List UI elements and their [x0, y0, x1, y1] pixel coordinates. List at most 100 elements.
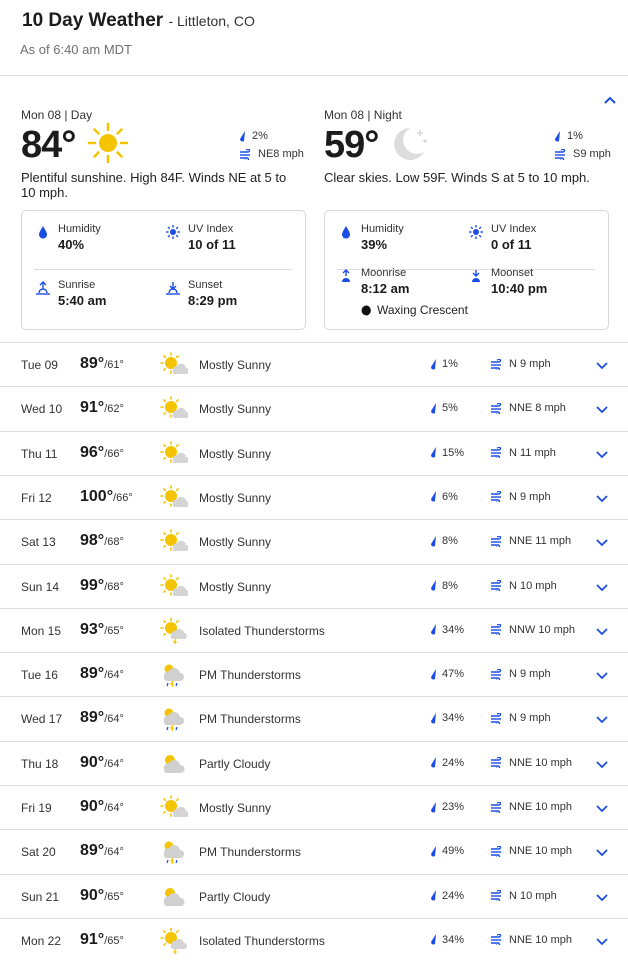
- wind-icon: [491, 712, 502, 724]
- wind-value: NNE 10 mph: [509, 845, 572, 858]
- chevron-down-icon[interactable]: [594, 490, 610, 506]
- raindrop-icon: [431, 757, 436, 768]
- forecast-high: 91°/65°: [80, 931, 124, 949]
- forecast-precip: 23%: [430, 801, 464, 813]
- wind-icon: [555, 148, 566, 160]
- forecast-high: 89°/64°: [80, 709, 124, 727]
- night-wind-value: S9 mph: [573, 148, 611, 160]
- forecast-precip: 5%: [430, 402, 458, 414]
- wind-value: NNW 10 mph: [509, 623, 576, 636]
- low-temp: /64°: [104, 713, 124, 726]
- raindrop-icon: [431, 712, 436, 724]
- high-temp: 90°: [80, 886, 105, 904]
- high-temp: 89°: [80, 355, 105, 372]
- forecast-row[interactable]: Fri 19 90°/64° Mostly Sunny 23% NNE 10 mph: [0, 785, 628, 829]
- forecast-phrase: Isolated Thunderstorms: [199, 623, 325, 638]
- forecast-precip: 8%: [430, 535, 458, 547]
- high-temp: 89°: [80, 842, 105, 860]
- wind-icon: [491, 580, 502, 591]
- moonrise-icon: [342, 269, 350, 282]
- humidity-drop-icon: [342, 226, 350, 239]
- forecast-row[interactable]: Fri 12 100°/66° Mostly Sunny 6% N 9 mph: [0, 474, 628, 519]
- forecast-precip: 34%: [430, 712, 464, 724]
- wind-value: N 10 mph: [509, 579, 557, 592]
- forecast-high: 89°/64°: [80, 842, 124, 860]
- chevron-down-icon[interactable]: [594, 756, 610, 772]
- forecast-day: Fri 19: [21, 801, 52, 815]
- low-temp: /65°: [104, 890, 124, 903]
- forecast-phrase: PM Thunderstorms: [199, 845, 301, 860]
- sunset-label: Sunset: [188, 279, 223, 291]
- chevron-down-icon[interactable]: [594, 579, 610, 595]
- chevron-down-icon[interactable]: [594, 800, 610, 816]
- forecast-phrase: PM Thunderstorms: [199, 668, 301, 683]
- forecast-row[interactable]: Tue 16 89°/64° PM Thunderstorms 47% N 9 mph: [0, 652, 628, 696]
- today-day-panel: Mon 08 | Day 84° 2% NE8 mph Plentiful su…: [21, 100, 311, 335]
- forecast-high: 100°/66°: [80, 488, 133, 506]
- raindrop-icon: [240, 130, 245, 141]
- chevron-down-icon[interactable]: [594, 534, 610, 550]
- forecast-wind: NNE 10 mph: [490, 934, 572, 946]
- forecast-row[interactable]: Mon 15 93°/65° Isolated Thunderstorms 34% NN…: [0, 607, 628, 652]
- mostly-sunny-icon: [160, 795, 188, 817]
- chevron-down-icon[interactable]: [594, 623, 610, 639]
- sunset-value: 8:29 pm: [188, 293, 238, 308]
- forecast-row[interactable]: Thu 18 90°/64° Partly Cloudy 24% NNE 10 mph: [0, 740, 628, 785]
- forecast-row[interactable]: Sun 14 99°/68° Mostly Sunny 8% N 10 mph: [0, 563, 628, 608]
- forecast-phrase: Mostly Sunny: [199, 535, 272, 550]
- raindrop-icon: [431, 358, 436, 369]
- chevron-down-icon[interactable]: [594, 446, 610, 462]
- page-header: 10 Day Weather - Littleton, CO As of 6:4…: [0, 0, 628, 76]
- forecast-row[interactable]: Sun 21 90°/65° Partly Cloudy 24% N 10 mph: [0, 873, 628, 918]
- forecast-day: Sun 14: [21, 579, 60, 594]
- wind-icon: [491, 845, 502, 857]
- uv-sun-icon: [166, 225, 180, 239]
- forecast-day: Thu 18: [21, 756, 59, 771]
- day-wind-value: NE8 mph: [258, 148, 304, 160]
- forecast-row[interactable]: Thu 11 96°/66° Mostly Sunny 15% N 11 mph: [0, 430, 628, 475]
- forecast-high: 98°/68°: [80, 532, 124, 550]
- forecast-day: Sat 13: [21, 535, 56, 550]
- forecast-precip: 8%: [430, 580, 458, 592]
- raindrop-icon: [431, 402, 436, 414]
- forecast-day: Thu 11: [21, 446, 58, 461]
- forecast-row[interactable]: Sat 20 89°/64° PM Thunderstorms 49% NNE 10 m…: [0, 829, 628, 873]
- night-precip-value: 1%: [567, 130, 583, 142]
- forecast-high: 99°/68°: [80, 577, 124, 595]
- wind-value: NNE 10 mph: [509, 756, 572, 769]
- low-temp: /65°: [104, 934, 124, 947]
- day-description: Plentiful sunshine. High 84F. Winds NE a…: [21, 170, 287, 200]
- chevron-down-icon[interactable]: [594, 667, 610, 683]
- partly-cloudy-icon: [163, 754, 185, 773]
- moon-phase-label: Waxing Crescent: [377, 303, 468, 317]
- high-temp: 99°: [80, 576, 105, 594]
- chevron-down-icon[interactable]: [594, 401, 610, 417]
- chevron-down-icon[interactable]: [594, 357, 610, 373]
- forecast-row[interactable]: Wed 10 91°/62° Mostly Sunny 5% NNE 8 mph: [0, 386, 628, 430]
- forecast-row[interactable]: Mon 22 91°/65° Isolated Thunderstorms 34% NN…: [0, 917, 628, 961]
- wind-icon: [491, 624, 502, 636]
- forecast-row[interactable]: Wed 17 89°/64° PM Thunderstorms 34% N 9 mph: [0, 696, 628, 740]
- forecast-wind: NNE 11 mph: [490, 535, 571, 547]
- raindrop-icon: [431, 624, 436, 635]
- mostly-sunny-icon: [160, 485, 188, 507]
- chevron-down-icon[interactable]: [594, 711, 610, 727]
- day-wind: NE8 mph: [239, 148, 304, 160]
- low-temp: /64°: [104, 669, 124, 682]
- forecast-row[interactable]: Sat 13 98°/68° Mostly Sunny 8% NNE 11 mph: [0, 519, 628, 563]
- low-temp: /64°: [104, 846, 124, 859]
- forecast-precip: 34%: [430, 934, 464, 946]
- forecast-phrase: Partly Cloudy: [199, 756, 271, 771]
- wind-icon: [491, 358, 502, 370]
- uv-value: 0 of 11: [491, 237, 532, 252]
- chevron-down-icon[interactable]: [594, 933, 610, 949]
- precip-value: 8%: [442, 535, 458, 548]
- chevron-down-icon[interactable]: [594, 889, 610, 905]
- forecast-high: 89°/61°: [80, 355, 124, 373]
- chevron-down-icon[interactable]: [594, 844, 610, 860]
- forecast-day: Mon 15: [21, 623, 62, 638]
- forecast-day: Tue 16: [21, 668, 58, 683]
- precip-value: 23%: [442, 801, 465, 813]
- waxing-crescent-icon: [361, 305, 372, 315]
- forecast-row[interactable]: Tue 09 89°/61° Mostly Sunny 1% N 9 mph: [0, 342, 628, 386]
